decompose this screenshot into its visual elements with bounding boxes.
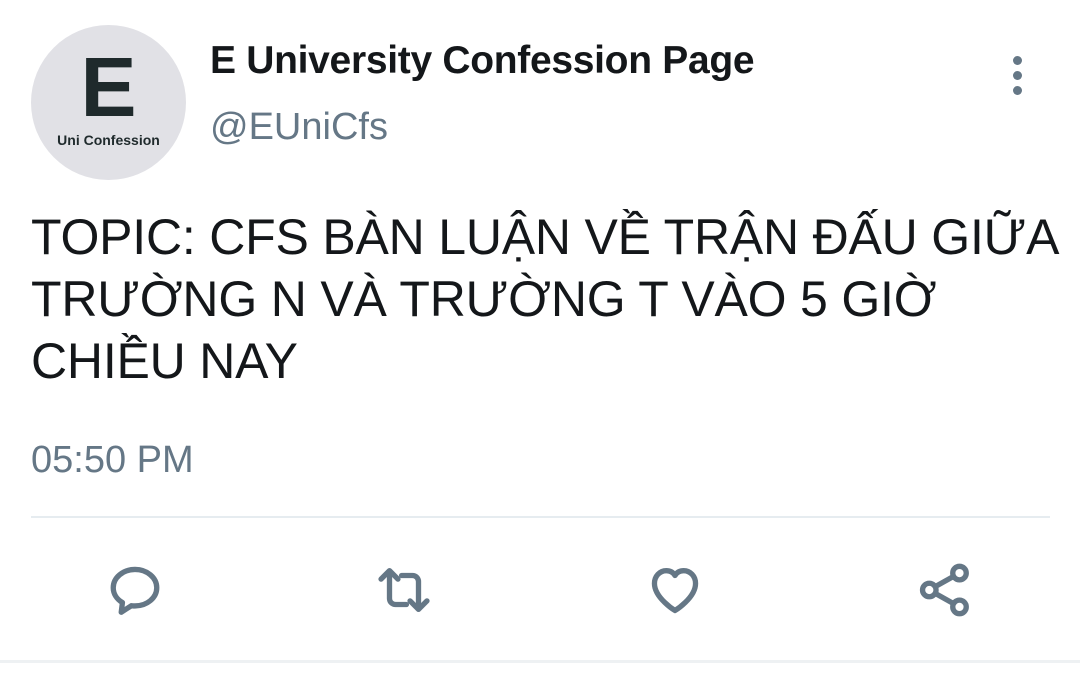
reply-icon <box>110 566 160 615</box>
avatar[interactable]: E Uni Confession <box>31 25 186 180</box>
like-button[interactable] <box>645 560 705 620</box>
tweet-timestamp[interactable]: 05:50 PM <box>31 437 194 483</box>
retweet-button[interactable] <box>374 560 434 620</box>
avatar-caption: Uni Confession <box>57 132 160 148</box>
like-icon <box>651 568 699 614</box>
reply-button[interactable] <box>105 560 165 620</box>
retweet-icon <box>378 568 430 612</box>
tweet-card: E Uni Confession E University Confession… <box>0 0 1080 680</box>
more-vertical-icon-dot <box>1012 85 1022 95</box>
share-icon <box>919 563 969 617</box>
more-vertical-icon-dot <box>1012 70 1022 80</box>
display-name[interactable]: E University Confession Page <box>210 38 755 84</box>
divider <box>31 516 1050 518</box>
bottom-divider <box>0 660 1080 663</box>
action-bar <box>0 560 1080 620</box>
more-options-button[interactable] <box>998 52 1036 98</box>
avatar-letter: E <box>80 40 137 134</box>
tweet-text: TOPIC: CFS BÀN LUẬN VỀ TRẬN ĐẤU GIỮA TRƯ… <box>31 209 1057 389</box>
share-button[interactable] <box>915 560 975 620</box>
user-handle[interactable]: @EUniCfs <box>210 104 388 150</box>
more-vertical-icon <box>1012 55 1022 65</box>
